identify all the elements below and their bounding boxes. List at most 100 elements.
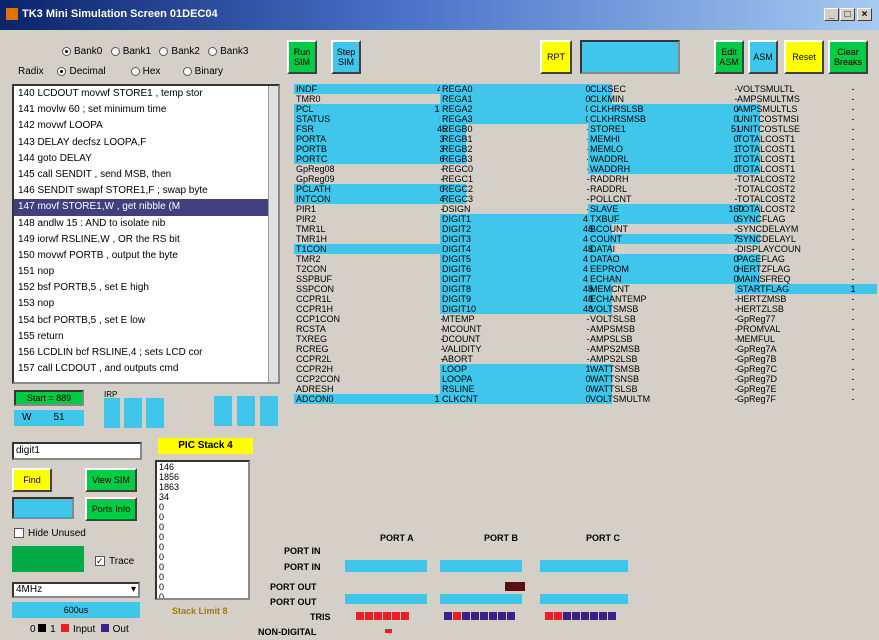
register-row[interactable]: REGC1- <box>440 174 612 184</box>
register-row[interactable]: DIGIT648 <box>440 264 612 274</box>
hide-unused-checkbox[interactable]: Hide Unused <box>14 528 86 539</box>
register-row[interactable]: MTEMP - <box>440 314 612 324</box>
register-row[interactable]: MCOUNT - <box>440 324 612 334</box>
asm-button[interactable]: ASM <box>748 40 778 74</box>
register-row[interactable]: REGA20 <box>440 104 612 114</box>
register-row[interactable]: REGC0- <box>440 164 612 174</box>
code-line[interactable]: 154 bcf PORTB,5 , set E low <box>14 313 278 329</box>
register-row[interactable]: GpReg7F - <box>735 394 877 404</box>
code-line[interactable]: 143 DELAY decfsz LOOPA,F <box>14 135 278 151</box>
code-line[interactable]: 156 LCDLIN bcf RSLINE,4 ; sets LCD cor <box>14 345 278 361</box>
register-row[interactable]: REGA0 0 <box>440 84 612 94</box>
register-row[interactable]: VOLTSMULTL - <box>735 84 877 94</box>
register-row[interactable]: DIGIT2 48 <box>440 224 612 234</box>
clock-select[interactable]: 4MHz ▾ <box>12 582 140 598</box>
register-row[interactable]: REGB2- <box>440 144 612 154</box>
code-line[interactable]: 155 return <box>14 329 278 345</box>
register-row[interactable]: AMPSMULTLS - <box>735 104 877 114</box>
code-listing[interactable]: 140 LCDOUT movwf STORE1 , temp stor 141 m… <box>12 84 280 384</box>
bank0-radio[interactable]: Bank0 <box>62 46 102 57</box>
code-line[interactable]: 142 movwf LOOPA <box>14 118 278 134</box>
register-row[interactable]: SYNCDELAYL - <box>735 234 877 244</box>
register-row[interactable]: DCOUNT - <box>440 334 612 344</box>
register-row[interactable]: REGB1- <box>440 134 612 144</box>
code-line[interactable]: 144 goto DELAY <box>14 151 278 167</box>
register-row[interactable]: DIGIT548 <box>440 254 612 264</box>
minimize-button[interactable]: _ <box>824 8 839 21</box>
register-row[interactable]: DIGIT4 48 <box>440 244 612 254</box>
register-row[interactable]: MEMFUL - <box>735 334 877 344</box>
register-row[interactable]: REGA30 <box>440 114 612 124</box>
code-line[interactable]: 152 bsf PORTB,5 , set E high <box>14 280 278 296</box>
register-row[interactable]: UNITCOSTMSI - <box>735 114 877 124</box>
code-scrollbar[interactable] <box>268 86 278 382</box>
register-row[interactable]: TOTALCOST2 - <box>735 204 877 214</box>
code-line[interactable]: 141 movlw 60 ; set minimum time <box>14 102 278 118</box>
register-row[interactable]: GpReg77 - <box>735 314 877 324</box>
register-row[interactable]: HERTZFLAG - <box>735 264 877 274</box>
register-row[interactable]: SYNCDELAYM - <box>735 224 877 234</box>
register-row[interactable]: MAINSFREQ - <box>735 274 877 284</box>
register-row[interactable]: TOTALCOST2 - <box>735 174 877 184</box>
code-line[interactable]: 148 andlw 15 : AND to isolate nib <box>14 216 278 232</box>
ports-info-button[interactable]: Ports Info <box>85 497 137 521</box>
rpt-button[interactable]: RPT <box>540 40 572 74</box>
run-sim-button[interactable]: Run SIM <box>287 40 317 74</box>
register-row[interactable]: LOOPA 0 <box>440 374 612 384</box>
register-row[interactable]: VALIDITY - <box>440 344 612 354</box>
trace-checkbox[interactable]: ✓ Trace <box>95 556 134 567</box>
register-row[interactable]: AMPSMULTMS - <box>735 94 877 104</box>
step-sim-button[interactable]: Step SIM <box>331 40 361 74</box>
register-row[interactable]: GpReg7A - <box>735 344 877 354</box>
register-row[interactable]: REGC2- <box>440 184 612 194</box>
register-row[interactable]: DIGIT748 <box>440 274 612 284</box>
view-sim-button[interactable]: View SIM <box>85 468 137 492</box>
register-row[interactable]: GpReg7B - <box>735 354 877 364</box>
register-row[interactable]: DIGIT348 <box>440 234 612 244</box>
register-row[interactable]: REGB3- <box>440 154 612 164</box>
register-row[interactable]: TOTALCOST1 - <box>735 144 877 154</box>
code-line[interactable]: 140 LCDOUT movwf STORE1 , temp stor <box>14 86 278 102</box>
code-line[interactable]: 149 iorwf RSLINE,W , OR the RS bit <box>14 232 278 248</box>
register-row[interactable]: CLKCNT 0 <box>440 394 612 404</box>
edit-asm-button[interactable]: Edit ASM <box>714 40 744 74</box>
code-line[interactable]: 146 SENDIT swapf STORE1,F ; swap byte <box>14 183 278 199</box>
register-row[interactable]: TOTALCOST1 - <box>735 134 877 144</box>
code-line[interactable]: 147 movf STORE1,W , get nibble (M <box>14 199 278 216</box>
code-line[interactable]: 151 nop <box>14 264 278 280</box>
bank2-radio[interactable]: Bank2 <box>159 46 200 57</box>
register-row[interactable]: TOTALCOST1 - <box>735 164 877 174</box>
register-row[interactable]: REGB0- <box>440 124 612 134</box>
register-row[interactable]: DIGIT148 <box>440 214 612 224</box>
register-row[interactable]: DISPLAYCOUN - <box>735 244 877 254</box>
register-row[interactable]: DIGIT8 48 <box>440 284 612 294</box>
register-row[interactable]: GpReg7E - <box>735 384 877 394</box>
register-row[interactable]: DSIGN- <box>440 204 612 214</box>
register-row[interactable]: STARTFLAG 1 <box>735 284 877 294</box>
code-line[interactable]: 157 call LCDOUT , and outputs cmd <box>14 361 278 377</box>
close-button[interactable]: × <box>857 8 872 21</box>
bank1-radio[interactable]: Bank1 <box>110 46 151 57</box>
bank3-radio[interactable]: Bank3 <box>208 46 248 57</box>
decimal-radio[interactable]: Decimal <box>57 66 106 77</box>
register-row[interactable]: REGA1 0 <box>440 94 612 104</box>
register-row[interactable]: UNITCOSTLSE - <box>735 124 877 134</box>
find-button[interactable]: Find <box>12 468 52 492</box>
maximize-button[interactable]: □ <box>840 8 855 21</box>
register-row[interactable]: PROMVAL - <box>735 324 877 334</box>
register-row[interactable]: HERTZLSB - <box>735 304 877 314</box>
register-row[interactable]: REGC3- <box>440 194 612 204</box>
find-input[interactable]: digit1 <box>12 442 142 460</box>
binary-radio[interactable]: Binary <box>182 66 223 77</box>
register-row[interactable]: TOTALCOST1 - <box>735 154 877 164</box>
register-row[interactable]: GpReg7D - <box>735 374 877 384</box>
code-line[interactable]: 150 movwf PORTB , output the byte <box>14 248 278 264</box>
register-row[interactable]: SYNCFLAG - <box>735 214 877 224</box>
register-row[interactable]: GpReg7C - <box>735 364 877 374</box>
register-row[interactable]: DIGIT9 48 <box>440 294 612 304</box>
register-row[interactable]: TOTALCOST2 - <box>735 184 877 194</box>
register-row[interactable]: LOOP 1 <box>440 364 612 374</box>
register-row[interactable]: HERTZMSB - <box>735 294 877 304</box>
register-row[interactable]: PAGEFLAG - <box>735 254 877 264</box>
register-row[interactable]: ABORT - <box>440 354 612 364</box>
